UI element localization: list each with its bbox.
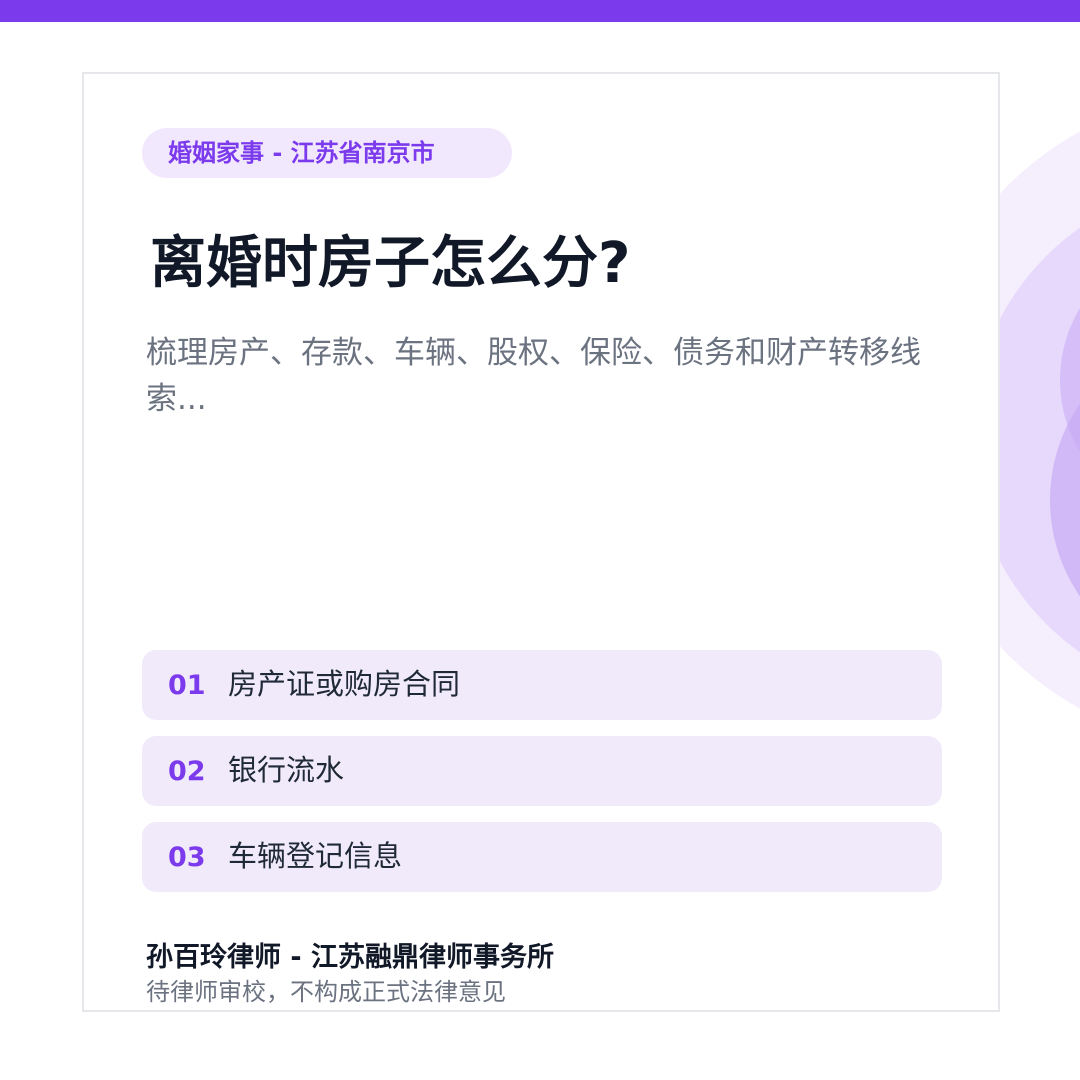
page-title: 离婚时房子怎么分?	[150, 231, 631, 296]
checklist-item: 01 房产证或购房合同	[142, 650, 942, 720]
checklist-item-number: 01	[168, 670, 206, 701]
content-card: 婚姻家事 - 江苏省南京市 离婚时房子怎么分? 梳理房产、存款、车辆、股权、保险…	[82, 72, 1000, 1012]
page-subtitle: 梳理房产、存款、车辆、股权、保险、债务和财产转移线索...	[146, 335, 921, 417]
checklist-item-number: 03	[168, 842, 206, 873]
category-tag-label: 婚姻家事 - 江苏省南京市	[168, 139, 435, 167]
checklist-item-label: 房产证或购房合同	[228, 667, 461, 701]
author-line: 孙百玲律师 - 江苏融鼎律师事务所	[146, 942, 555, 973]
checklist: 01 房产证或购房合同 02 银行流水 03 车辆登记信息	[142, 650, 942, 908]
checklist-item-label: 车辆登记信息	[228, 839, 403, 873]
disclaimer-note: 待律师审校，不构成正式法律意见	[146, 978, 506, 1006]
checklist-item-label: 银行流水	[228, 753, 345, 787]
checklist-item: 03 车辆登记信息	[142, 822, 942, 892]
checklist-item: 02 银行流水	[142, 736, 942, 806]
category-tag: 婚姻家事 - 江苏省南京市	[142, 128, 512, 178]
checklist-item-number: 02	[168, 756, 206, 787]
